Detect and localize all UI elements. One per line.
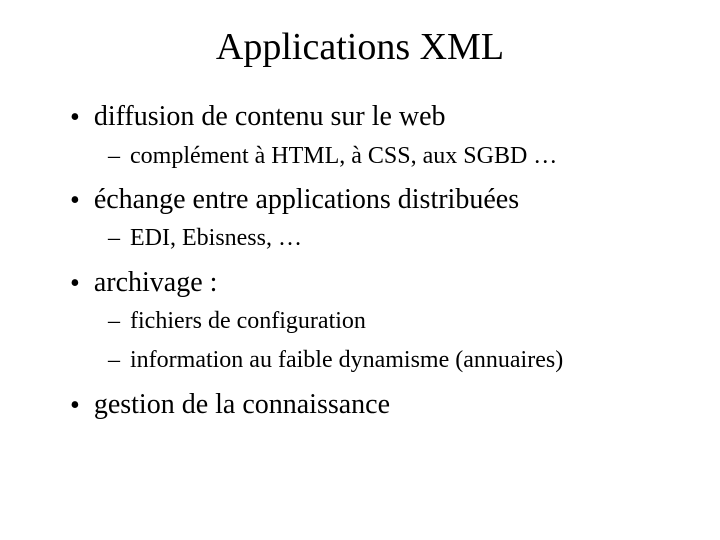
sub-text: EDI, Ebisness, … [130, 223, 302, 254]
bullet-text: échange entre applications distribuées [94, 182, 519, 217]
bullet-icon: • [70, 267, 80, 301]
list-item: • diffusion de contenu sur le web [70, 99, 680, 135]
bullet-group: • échange entre applications distribuées… [70, 182, 680, 255]
list-item: • gestion de la connaissance [70, 387, 680, 423]
slide: Applications XML • diffusion de contenu … [0, 25, 720, 525]
bullet-icon: • [70, 101, 80, 135]
sub-text: fichiers de configuration [130, 306, 366, 337]
bullet-group: • archivage : – fichiers de configuratio… [70, 265, 680, 377]
dash-icon: – [108, 141, 120, 172]
sub-text: complément à HTML, à CSS, aux SGBD … [130, 141, 557, 172]
sub-list-item: – EDI, Ebisness, … [108, 223, 680, 254]
dash-icon: – [108, 306, 120, 337]
bullet-text: archivage : [94, 265, 218, 300]
list-item: • échange entre applications distribuées [70, 182, 680, 218]
slide-title: Applications XML [0, 25, 720, 69]
bullet-group: • gestion de la connaissance [70, 387, 680, 423]
sub-text: information au faible dynamisme (annuair… [130, 345, 563, 376]
bullet-group: • diffusion de contenu sur le web – comp… [70, 99, 680, 172]
sub-list-item: – information au faible dynamisme (annua… [108, 345, 680, 376]
bullet-text: diffusion de contenu sur le web [94, 99, 446, 134]
bullet-icon: • [70, 389, 80, 423]
sub-list-item: – complément à HTML, à CSS, aux SGBD … [108, 141, 680, 172]
list-item: • archivage : [70, 265, 680, 301]
dash-icon: – [108, 223, 120, 254]
sub-list-item: – fichiers de configuration [108, 306, 680, 337]
slide-content: • diffusion de contenu sur le web – comp… [0, 99, 720, 422]
bullet-text: gestion de la connaissance [94, 387, 390, 422]
dash-icon: – [108, 345, 120, 376]
bullet-icon: • [70, 184, 80, 218]
